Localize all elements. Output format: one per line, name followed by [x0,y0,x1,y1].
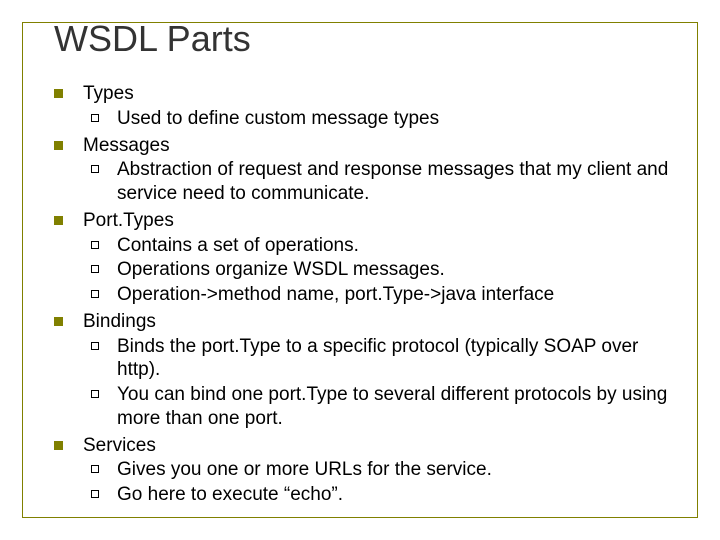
item-label: Messages [83,134,684,158]
sub-list: Contains a set of operations. Operations… [83,234,684,307]
sub-list: Binds the port.Type to a specific protoc… [83,335,684,431]
sub-item-text: Used to define custom message types [117,107,684,131]
outline-list: Types Used to define custom message type… [54,82,684,508]
hollow-square-bullet-icon [91,465,99,473]
hollow-square-bullet-icon [91,165,99,173]
sub-item-text: Operations organize WSDL messages. [117,258,684,282]
sub-item-text: Binds the port.Type to a specific protoc… [117,335,684,383]
sub-item: Go here to execute “echo”. [83,483,684,507]
slide-content: WSDL Parts Types Used to define custom m… [54,18,684,510]
list-item: Bindings Binds the port.Type to a specif… [54,310,684,432]
hollow-square-bullet-icon [91,290,99,298]
item-label: Services [83,434,684,458]
sub-item: Used to define custom message types [83,107,684,131]
hollow-square-bullet-icon [91,490,99,498]
sub-item: Binds the port.Type to a specific protoc… [83,335,684,383]
list-item: Types Used to define custom message type… [54,82,684,132]
sub-item: Contains a set of operations. [83,234,684,258]
item-label: Bindings [83,310,684,334]
list-item: Services Gives you one or more URLs for … [54,434,684,508]
list-item: Port.Types Contains a set of operations.… [54,209,684,308]
sub-item: Operation->method name, port.Type->java … [83,283,684,307]
sub-item: Operations organize WSDL messages. [83,258,684,282]
sub-item: Gives you one or more URLs for the servi… [83,458,684,482]
sub-item-text: Operation->method name, port.Type->java … [117,283,684,307]
sub-item: Abstraction of request and response mess… [83,158,684,206]
sub-item-text: Gives you one or more URLs for the servi… [117,458,684,482]
hollow-square-bullet-icon [91,390,99,398]
slide-title: WSDL Parts [54,18,684,60]
sub-item-text: Abstraction of request and response mess… [117,158,684,206]
sub-item: You can bind one port.Type to several di… [83,383,684,431]
filled-square-bullet-icon [54,441,63,450]
sub-list: Abstraction of request and response mess… [83,158,684,206]
filled-square-bullet-icon [54,89,63,98]
sub-item-text: Contains a set of operations. [117,234,684,258]
sub-list: Gives you one or more URLs for the servi… [83,458,684,507]
sub-list: Used to define custom message types [83,107,684,131]
filled-square-bullet-icon [54,141,63,150]
item-label: Types [83,82,684,106]
sub-item-text: You can bind one port.Type to several di… [117,383,684,431]
hollow-square-bullet-icon [91,114,99,122]
sub-item-text: Go here to execute “echo”. [117,483,684,507]
hollow-square-bullet-icon [91,241,99,249]
filled-square-bullet-icon [54,216,63,225]
item-label: Port.Types [83,209,684,233]
hollow-square-bullet-icon [91,265,99,273]
list-item: Messages Abstraction of request and resp… [54,134,684,207]
filled-square-bullet-icon [54,317,63,326]
hollow-square-bullet-icon [91,342,99,350]
